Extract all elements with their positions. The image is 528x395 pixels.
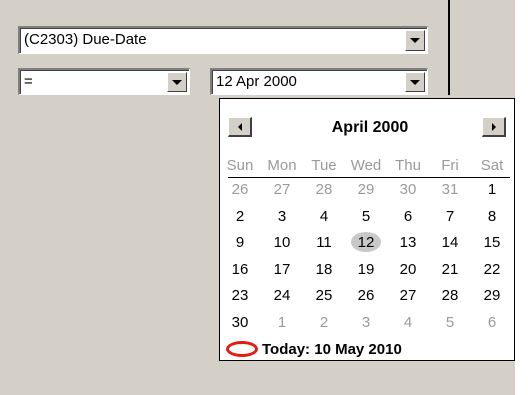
calendar-day[interactable]: 20 [390,261,426,278]
next-month-button[interactable] [482,117,506,137]
calendar-day[interactable]: 26 [348,287,384,304]
field-select[interactable]: (C2303) Due-Date [18,26,428,54]
calendar-day[interactable]: 9 [222,234,258,251]
weekday-label: Sun [226,157,254,174]
operator-select-value: = [24,73,33,90]
today-link[interactable]: Today: 10 May 2010 [226,339,402,359]
calendar-day[interactable]: 2 [306,314,342,331]
calendar-day[interactable]: 31 [432,181,468,198]
chevron-down-icon [172,79,182,85]
calendar-day[interactable]: 5 [348,208,384,225]
calendar-day[interactable]: 7 [432,208,468,225]
prev-month-button[interactable] [228,117,252,137]
weekday-label: Wed [350,157,382,174]
calendar-day[interactable]: 24 [264,287,300,304]
calendar-day[interactable]: 27 [390,287,426,304]
chevron-down-icon [410,79,420,85]
today-label: Today: 10 May 2010 [262,340,402,358]
calendar-day[interactable]: 14 [432,234,468,251]
calendar-day[interactable]: 25 [306,287,342,304]
calendar-day[interactable]: 27 [264,181,300,198]
operator-dropdown-button[interactable] [167,72,187,92]
calendar-day[interactable]: 5 [432,314,468,331]
chevron-left-icon [237,122,242,131]
weekday-label: Sat [480,157,504,174]
calendar-day[interactable]: 4 [306,208,342,225]
calendar-day[interactable]: 29 [474,287,510,304]
panel-divider [448,0,450,95]
calendar-day[interactable]: 21 [432,261,468,278]
calendar-day[interactable]: 28 [432,287,468,304]
calendar-popup: April 2000 Sun Mon Tue Wed Thu Fri Sat 26 27 28 2… [219,98,515,361]
calendar-day[interactable]: 29 [348,181,384,198]
calendar-day[interactable]: 3 [348,314,384,331]
calendar-day[interactable]: 18 [306,261,342,278]
weekday-divider [228,177,510,178]
chevron-right-icon [491,122,496,131]
calendar-day[interactable]: 4 [390,314,426,331]
calendar-day[interactable]: 15 [474,234,510,251]
calendar-day[interactable]: 8 [474,208,510,225]
calendar-day[interactable]: 3 [264,208,300,225]
calendar-day-selected[interactable]: 12 [348,232,384,252]
operator-select[interactable]: = [18,68,190,95]
calendar-month-title: April 2000 [331,119,409,136]
calendar-day[interactable]: 16 [222,261,258,278]
weekday-label: Mon [267,157,297,174]
calendar-day[interactable]: 2 [222,208,258,225]
calendar-day[interactable]: 26 [222,181,258,198]
weekday-label: Fri [441,157,459,174]
field-dropdown-button[interactable] [405,30,425,51]
calendar-day[interactable]: 1 [264,314,300,331]
field-select-value: (C2303) Due-Date [24,31,147,48]
calendar-day[interactable]: 30 [222,314,258,331]
date-select[interactable]: 12 Apr 2000 [210,68,428,95]
weekday-label: Tue [311,157,337,174]
calendar-day[interactable]: 1 [474,181,510,198]
calendar-day[interactable]: 10 [264,234,300,251]
calendar-day[interactable]: 30 [390,181,426,198]
calendar-day[interactable]: 19 [348,261,384,278]
calendar-day[interactable]: 11 [306,234,342,251]
red-circle-icon [226,341,258,357]
date-select-value: 12 Apr 2000 [216,73,297,90]
weekday-label: Thu [395,157,421,174]
calendar-day[interactable]: 28 [306,181,342,198]
calendar-day[interactable]: 23 [222,287,258,304]
calendar-day[interactable]: 6 [474,314,510,331]
calendar-day[interactable]: 6 [390,208,426,225]
calendar-day[interactable]: 13 [390,234,426,251]
calendar-day[interactable]: 17 [264,261,300,278]
chevron-down-icon [410,38,420,43]
date-dropdown-button[interactable] [405,72,425,92]
calendar-day[interactable]: 22 [474,261,510,278]
